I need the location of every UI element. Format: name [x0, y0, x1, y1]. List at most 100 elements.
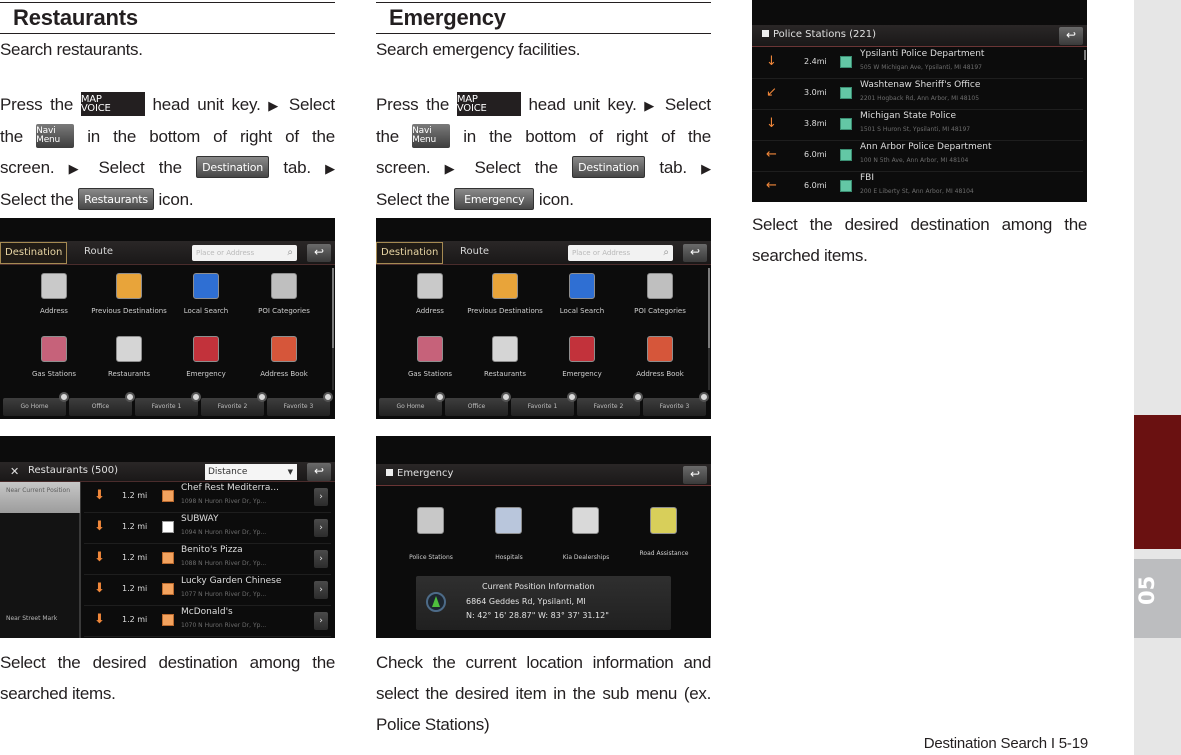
emergency-category-icon[interactable] — [650, 507, 677, 534]
favorite-button[interactable]: Favorite 1 — [511, 392, 577, 416]
favorite-button[interactable]: Favorite 3 — [643, 392, 709, 416]
favorite-button[interactable]: Go Home — [379, 392, 445, 416]
address-book-icon[interactable] — [271, 336, 297, 362]
list-item[interactable]: ⬇ 1.2 mi Lucky Garden Chinese 1077 N Huron … — [84, 575, 331, 606]
tab-destination[interactable]: Destination — [0, 242, 68, 264]
scrollbar-thumb[interactable] — [332, 268, 334, 348]
search-input[interactable]: Place or Address ⌕ — [568, 245, 673, 261]
poi-icon[interactable] — [271, 273, 297, 299]
back-button[interactable]: ↩ — [307, 463, 331, 481]
emergency-icon[interactable] — [193, 336, 219, 362]
list-item[interactable]: ← 6.0mi FBI 200 E Liberty St, Ann Arbor, MI… — [752, 172, 1083, 202]
add-icon[interactable] — [257, 392, 267, 402]
scrollbar-thumb[interactable] — [1084, 50, 1086, 60]
house-icon[interactable] — [417, 273, 443, 299]
police-title: Police Stations (221) — [773, 29, 877, 40]
scrollbar-thumb[interactable] — [708, 268, 710, 348]
chevron-right-icon[interactable]: › — [314, 581, 328, 599]
emergency-icon[interactable] — [569, 336, 595, 362]
favorite-button[interactable]: Office — [445, 392, 511, 416]
favorite-button[interactable]: Office — [69, 392, 135, 416]
police-category-icon — [840, 180, 852, 192]
list-item[interactable]: ⬇ 1.2 mi McDonald's 1070 N Huron River Dr, … — [84, 606, 331, 637]
add-icon[interactable] — [59, 392, 69, 402]
chevron-right-icon[interactable]: › — [314, 488, 328, 506]
place-address: 200 E Liberty St, Ann Arbor, MI 48104 — [860, 188, 974, 195]
side-item-near-current[interactable]: Near Current Position — [0, 482, 80, 513]
grid-label: Restaurants — [484, 370, 526, 378]
back-button[interactable]: ↩ — [683, 466, 707, 484]
category-icon — [162, 583, 174, 595]
favorite-button[interactable]: Favorite 3 — [267, 392, 333, 416]
chevron-right-icon[interactable]: › — [314, 550, 328, 568]
address-book-icon[interactable] — [647, 336, 673, 362]
gas-station-icon[interactable] — [41, 336, 67, 362]
place-address: 1088 N Huron River Dr, Yp... — [181, 560, 267, 567]
place-address: 1094 N Huron River Dr, Yp... — [181, 529, 267, 536]
list-item[interactable]: ⬇ 1.2 mi Benito's Pizza 1088 N Huron River … — [84, 544, 331, 575]
add-icon[interactable] — [125, 392, 135, 402]
tab-route[interactable]: Route — [456, 242, 493, 264]
folder-icon[interactable] — [116, 273, 142, 299]
add-icon[interactable] — [191, 392, 201, 402]
add-icon[interactable] — [633, 392, 643, 402]
chevron-right-icon[interactable]: › — [314, 519, 328, 537]
distance: 1.2 mi — [122, 615, 148, 624]
favorite-button[interactable]: Favorite 2 — [577, 392, 643, 416]
text: Select — [288, 95, 335, 114]
police-category-icon — [840, 87, 852, 99]
caption: Check the current location information a… — [376, 653, 711, 734]
category-icon — [162, 521, 174, 533]
list-item[interactable]: ↓ 3.8mi Michigan State Police 1501 S Huron … — [752, 110, 1083, 141]
chapter-tab-active[interactable] — [1134, 415, 1181, 549]
back-button[interactable]: ↩ — [683, 244, 707, 262]
google-icon[interactable] — [569, 273, 595, 299]
poi-icon[interactable] — [647, 273, 673, 299]
favorite-button[interactable]: Favorite 1 — [135, 392, 201, 416]
gas-station-icon[interactable] — [417, 336, 443, 362]
list-item[interactable]: ← 6.0mi Ann Arbor Police Department 100 N 5… — [752, 141, 1083, 172]
emergency-category-icon[interactable] — [495, 507, 522, 534]
search-icon: ⌕ — [287, 247, 293, 258]
favorite-button[interactable]: Go Home — [3, 392, 69, 416]
destination-button: Destination — [572, 155, 646, 178]
fork-knife-icon[interactable] — [492, 336, 518, 362]
intro-text: Search emergency facilities. — [376, 40, 581, 59]
tab-destination[interactable]: Destination — [376, 242, 444, 264]
back-button[interactable]: ↩ — [307, 244, 331, 262]
add-icon[interactable] — [323, 392, 333, 402]
favorite-button[interactable]: Favorite 2 — [201, 392, 267, 416]
sort-dropdown[interactable]: Distance ▼ — [205, 464, 297, 480]
add-icon[interactable] — [501, 392, 511, 402]
chevron-right-icon[interactable]: › — [314, 612, 328, 630]
back-button[interactable]: ↩ — [1059, 27, 1083, 45]
police-category-icon — [840, 118, 852, 130]
place-address: 100 N 5th Ave, Ann Arbor, MI 48104 — [860, 157, 969, 164]
google-icon[interactable] — [193, 273, 219, 299]
position-address: 6864 Geddes Rd, Ypsilanti, MI — [466, 597, 586, 606]
search-input[interactable]: Place or Address ⌕ — [192, 245, 297, 261]
add-icon[interactable] — [699, 392, 709, 402]
restaurant-list-screenshot: ✕ Restaurants (500) Distance ▼ ↩ Near Cur… — [0, 436, 335, 638]
list-item[interactable]: ↓ 2.4mi Ypsilanti Police Department 505 W M… — [752, 48, 1083, 79]
side-item-near-street[interactable]: Near Street Mark — [0, 610, 80, 638]
emergency-section: Emergency Search emergency facilities. P… — [376, 0, 711, 734]
text: head unit key. — [528, 95, 637, 114]
list-item[interactable]: ⬇ 1.2 mi Chef Rest Mediterra... 1098 N Huro… — [84, 482, 331, 513]
text: icon. — [538, 190, 574, 209]
add-icon[interactable] — [435, 392, 445, 402]
place-name: SUBWAY — [181, 514, 219, 524]
folder-icon[interactable] — [492, 273, 518, 299]
fork-knife-icon[interactable] — [116, 336, 142, 362]
list-item[interactable]: ↙ 3.0mi Washtenaw Sheriff's Office 2201 Hog… — [752, 79, 1083, 110]
emergency-category-icon[interactable] — [417, 507, 444, 534]
text: screen. — [376, 158, 431, 177]
emergency-category-icon[interactable] — [572, 507, 599, 534]
list-item[interactable]: ⬇ 1.2 mi SUBWAY 1094 N Huron River Dr, Yp..… — [84, 513, 331, 544]
house-icon[interactable] — [41, 273, 67, 299]
tab-route[interactable]: Route — [80, 242, 117, 264]
add-icon[interactable] — [567, 392, 577, 402]
distance: 6.0mi — [804, 181, 827, 190]
category-icon — [162, 614, 174, 626]
arrow-icon: ▶ — [644, 98, 658, 113]
